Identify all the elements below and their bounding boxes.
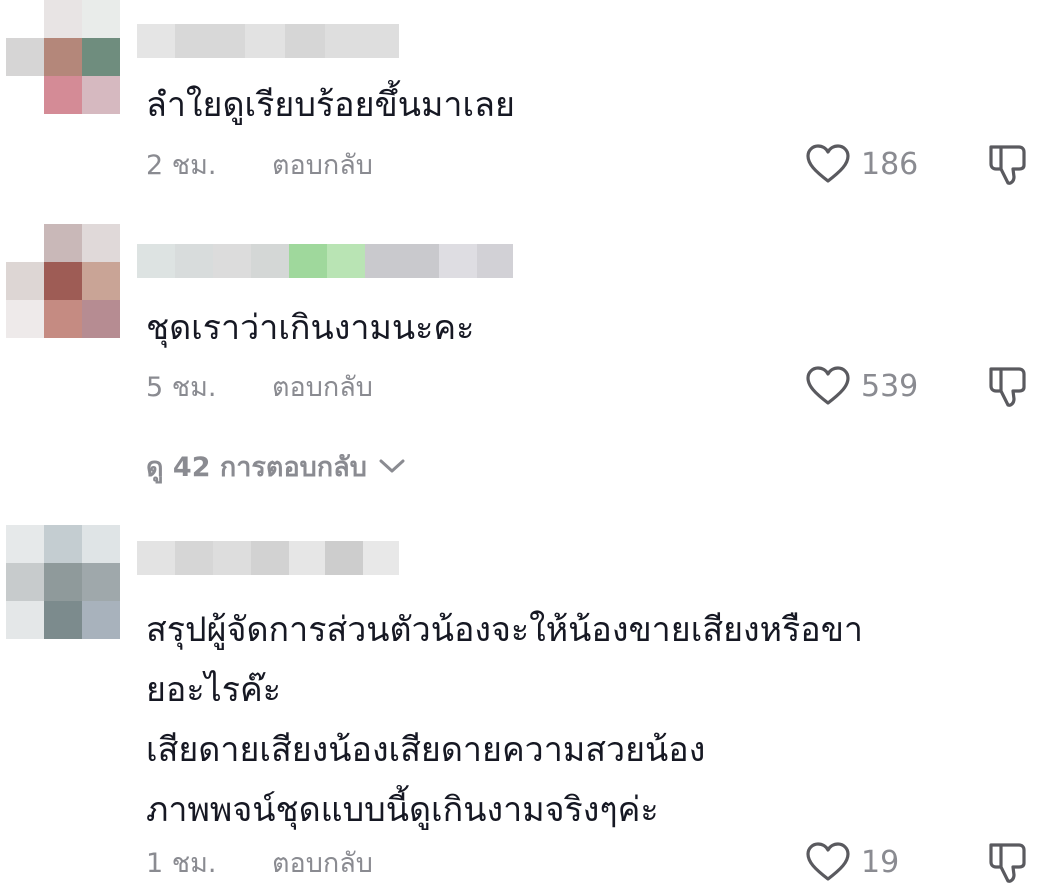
comment-actions: 19 bbox=[805, 837, 1031, 887]
heart-outline-icon[interactable] bbox=[805, 365, 851, 407]
comment-line: ชุดเราว่าเกินงามนะคะ bbox=[146, 308, 475, 348]
chevron-down-icon bbox=[379, 459, 405, 473]
comment-text: ชุดเราว่าเกินงามนะคะ bbox=[146, 298, 474, 358]
comment-line: สรุปผู้จัดการส่วนตัวน้องจะให้น้องขายเสีย… bbox=[146, 610, 864, 650]
commenter-avatar[interactable] bbox=[6, 525, 120, 639]
comment-line: เสียดายเสียงน้องเสียดายความสวยน้อง bbox=[146, 730, 706, 770]
thumbs-down-outline-icon[interactable] bbox=[987, 363, 1031, 409]
comment-time: 1 ชม. bbox=[146, 847, 217, 879]
reply-button[interactable]: ตอบกลับ bbox=[272, 143, 373, 186]
username-blurred[interactable] bbox=[137, 541, 399, 575]
comment-actions: 186 bbox=[805, 139, 1031, 189]
username-blurred[interactable] bbox=[137, 24, 399, 58]
view-replies-button[interactable]: ดู 42 การตอบกลับ bbox=[146, 446, 405, 486]
thumbs-down-outline-icon[interactable] bbox=[987, 839, 1031, 885]
comment-time: 5 ชม. bbox=[146, 371, 217, 403]
username-blurred[interactable] bbox=[137, 244, 513, 278]
comment-text: สรุปผู้จัดการส่วนตัวน้องจะให้น้องขายเสีย… bbox=[146, 600, 863, 840]
reply-button[interactable]: ตอบกลับ bbox=[272, 841, 373, 884]
comment-line: ยอะไรค๊ะ bbox=[146, 670, 281, 710]
comment-meta: 1 ชม. ตอบกลับ bbox=[146, 842, 373, 882]
comment-line: ภาพพจน์ชุดแบบนี้ดูเกินงามจริงๆค่ะ bbox=[146, 790, 659, 830]
like-count: 186 bbox=[861, 146, 919, 182]
like-count: 19 bbox=[861, 844, 900, 880]
comment-actions: 539 bbox=[805, 361, 1031, 411]
commenter-avatar[interactable] bbox=[6, 0, 120, 114]
commenter-avatar[interactable] bbox=[6, 224, 120, 338]
view-replies-label: ดู 42 การตอบกลับ bbox=[146, 451, 367, 483]
comment-meta: 5 ชม. ตอบกลับ bbox=[146, 366, 373, 406]
like-count: 539 bbox=[861, 368, 919, 404]
comment-meta: 2 ชม. ตอบกลับ bbox=[146, 144, 373, 184]
comment-text: ลำใยดูเรียบร้อยขึ้นมาเลย bbox=[146, 75, 515, 135]
heart-outline-icon[interactable] bbox=[805, 143, 851, 185]
heart-outline-icon[interactable] bbox=[805, 841, 851, 883]
comment-time: 2 ชม. bbox=[146, 149, 217, 181]
reply-button[interactable]: ตอบกลับ bbox=[272, 365, 373, 408]
thumbs-down-outline-icon[interactable] bbox=[987, 141, 1031, 187]
comment-line: ลำใยดูเรียบร้อยขึ้นมาเลย bbox=[146, 85, 515, 125]
